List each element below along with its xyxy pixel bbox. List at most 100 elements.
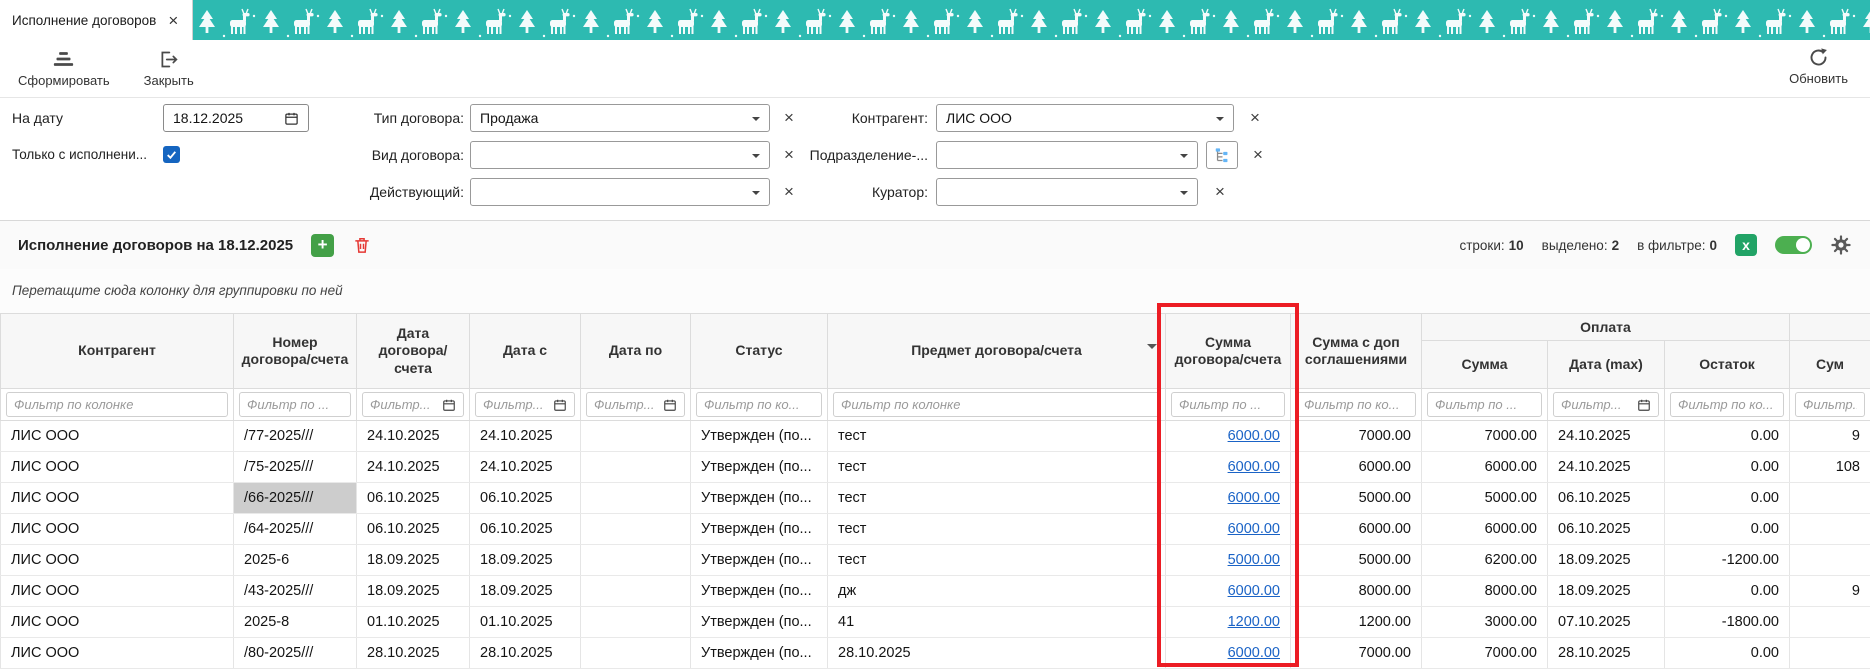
table-cell[interactable]: 07.10.2025 xyxy=(1548,607,1665,638)
table-cell[interactable]: 108 xyxy=(1790,452,1870,483)
table-cell[interactable] xyxy=(1790,545,1870,576)
table-cell[interactable]: ЛИС ООО xyxy=(1,576,234,607)
table-cell[interactable]: ЛИС ООО xyxy=(1,483,234,514)
table-cell[interactable]: тест xyxy=(828,421,1166,452)
calendar-icon[interactable] xyxy=(553,398,567,412)
calendar-icon[interactable] xyxy=(1637,398,1651,412)
table-cell[interactable]: 06.10.2025 xyxy=(470,514,581,545)
col-header-payment-amount[interactable]: Сумма xyxy=(1422,341,1548,389)
filter-number[interactable]: Фильтр по ... xyxy=(234,389,357,421)
contract-amount-link[interactable]: 6000.00 xyxy=(1228,521,1280,537)
department-tree-button[interactable] xyxy=(1206,141,1238,169)
table-cell[interactable]: 06.10.2025 xyxy=(1548,483,1665,514)
table-cell[interactable]: 0.00 xyxy=(1665,421,1790,452)
filter-contract-date[interactable]: Фильтр... xyxy=(357,389,470,421)
department-clear-icon[interactable]: × xyxy=(1248,141,1268,169)
table-cell[interactable]: тест xyxy=(828,452,1166,483)
contract-amount-link[interactable]: 6000.00 xyxy=(1228,583,1280,599)
table-row[interactable]: ЛИС ООО/75-2025///24.10.202524.10.2025Ут… xyxy=(1,452,1870,483)
contract-amount-cell[interactable]: 6000.00 xyxy=(1166,514,1291,545)
table-cell[interactable]: ЛИС ООО xyxy=(1,638,234,669)
table-cell[interactable]: 24.10.2025 xyxy=(357,421,470,452)
table-row[interactable]: ЛИС ООО/80-2025///28.10.202528.10.2025Ут… xyxy=(1,638,1870,669)
table-cell[interactable]: 2025-8 xyxy=(234,607,357,638)
table-cell[interactable]: 18.09.2025 xyxy=(1548,545,1665,576)
col-header-cut[interactable]: Сум xyxy=(1790,341,1870,389)
table-cell[interactable]: 7000.00 xyxy=(1291,638,1422,669)
table-cell[interactable]: /43-2025/// xyxy=(234,576,357,607)
grouping-hint[interactable]: Перетащите сюда колонку для группировки … xyxy=(0,269,1870,313)
table-cell[interactable]: ЛИС ООО xyxy=(1,421,234,452)
settings-button[interactable] xyxy=(1830,234,1852,256)
col-header-counterparty[interactable]: Контрагент xyxy=(1,314,234,389)
table-cell[interactable]: 1200.00 xyxy=(1291,607,1422,638)
table-cell[interactable]: 18.09.2025 xyxy=(470,576,581,607)
tab-contract-execution[interactable]: Исполнение договоров × xyxy=(0,0,193,40)
table-cell[interactable]: 24.10.2025 xyxy=(470,421,581,452)
filter-payment-date-max[interactable]: Фильтр... xyxy=(1548,389,1665,421)
contract-amount-link[interactable]: 6000.00 xyxy=(1228,490,1280,506)
filter-amount-with-addenda[interactable]: Фильтр по ко... xyxy=(1291,389,1422,421)
col-header-contract-date[interactable]: Дата договора/ счета xyxy=(357,314,470,389)
col-header-balance[interactable]: Остаток xyxy=(1665,341,1790,389)
table-cell[interactable] xyxy=(581,545,691,576)
table-cell[interactable]: /77-2025/// xyxy=(234,421,357,452)
contract-amount-cell[interactable]: 5000.00 xyxy=(1166,545,1291,576)
curator-select[interactable] xyxy=(936,178,1198,206)
table-cell[interactable]: 7000.00 xyxy=(1422,638,1548,669)
table-cell[interactable]: тест xyxy=(828,514,1166,545)
table-row[interactable]: ЛИС ООО/77-2025///24.10.202524.10.2025Ут… xyxy=(1,421,1870,452)
filter-date-to[interactable]: Фильтр... xyxy=(581,389,691,421)
table-cell[interactable] xyxy=(1790,483,1870,514)
table-cell[interactable]: Утвержден (по... xyxy=(691,607,828,638)
col-header-payment-date-max[interactable]: Дата (max) xyxy=(1548,341,1665,389)
on-date-input[interactable]: 18.12.2025 xyxy=(163,104,309,132)
table-cell[interactable]: 0.00 xyxy=(1665,514,1790,545)
contract-amount-link[interactable]: 6000.00 xyxy=(1228,459,1280,475)
col-header-subject[interactable]: Предмет договора/счета xyxy=(828,314,1166,389)
filter-payment-amount[interactable]: Фильтр по ... xyxy=(1422,389,1548,421)
active-select[interactable] xyxy=(470,178,770,206)
contract-amount-link[interactable]: 6000.00 xyxy=(1228,645,1280,661)
filter-counterparty[interactable]: Фильтр по колонке xyxy=(1,389,234,421)
table-cell[interactable] xyxy=(581,483,691,514)
table-cell[interactable]: Утвержден (по... xyxy=(691,452,828,483)
department-select[interactable] xyxy=(936,141,1198,169)
table-cell[interactable]: Утвержден (по... xyxy=(691,638,828,669)
contract-kind-clear-icon[interactable]: × xyxy=(779,141,799,169)
calendar-icon[interactable] xyxy=(442,398,456,412)
table-cell[interactable]: 6000.00 xyxy=(1291,452,1422,483)
contract-amount-cell[interactable]: 6000.00 xyxy=(1166,483,1291,514)
table-row[interactable]: ЛИС ООО2025-801.10.202501.10.2025Утвержд… xyxy=(1,607,1870,638)
table-cell[interactable]: ЛИС ООО xyxy=(1,545,234,576)
table-cell[interactable]: 6000.00 xyxy=(1422,452,1548,483)
contract-kind-select[interactable] xyxy=(470,141,770,169)
table-cell[interactable]: 24.10.2025 xyxy=(470,452,581,483)
table-cell[interactable]: Утвержден (по... xyxy=(691,576,828,607)
table-cell[interactable] xyxy=(581,452,691,483)
contract-amount-cell[interactable]: 6000.00 xyxy=(1166,638,1291,669)
table-cell[interactable]: 3000.00 xyxy=(1422,607,1548,638)
refresh-button[interactable]: Обновить xyxy=(1789,47,1848,86)
table-cell[interactable] xyxy=(581,514,691,545)
contract-type-select[interactable]: Продажа xyxy=(470,104,770,132)
filter-date-from[interactable]: Фильтр... xyxy=(470,389,581,421)
table-cell[interactable]: -1800.00 xyxy=(1665,607,1790,638)
table-cell[interactable]: 28.10.2025 xyxy=(357,638,470,669)
active-clear-icon[interactable]: × xyxy=(779,178,799,206)
table-cell[interactable]: /80-2025/// xyxy=(234,638,357,669)
delete-row-button[interactable] xyxy=(352,235,372,255)
table-cell[interactable]: 6000.00 xyxy=(1422,514,1548,545)
table-row[interactable]: ЛИС ООО/66-2025///06.10.202506.10.2025Ут… xyxy=(1,483,1870,514)
table-cell[interactable]: 7000.00 xyxy=(1422,421,1548,452)
table-cell[interactable]: 8000.00 xyxy=(1422,576,1548,607)
col-header-contract-amount[interactable]: Сумма договора/счета xyxy=(1166,314,1291,389)
table-cell[interactable]: 5000.00 xyxy=(1422,483,1548,514)
table-cell[interactable]: 24.10.2025 xyxy=(1548,452,1665,483)
table-cell[interactable] xyxy=(1790,607,1870,638)
table-cell[interactable]: 7000.00 xyxy=(1291,421,1422,452)
view-toggle[interactable] xyxy=(1775,236,1812,254)
table-row[interactable]: ЛИС ООО/43-2025///18.09.202518.09.2025Ут… xyxy=(1,576,1870,607)
table-cell[interactable]: /64-2025/// xyxy=(234,514,357,545)
tab-close-icon[interactable]: × xyxy=(168,12,178,29)
